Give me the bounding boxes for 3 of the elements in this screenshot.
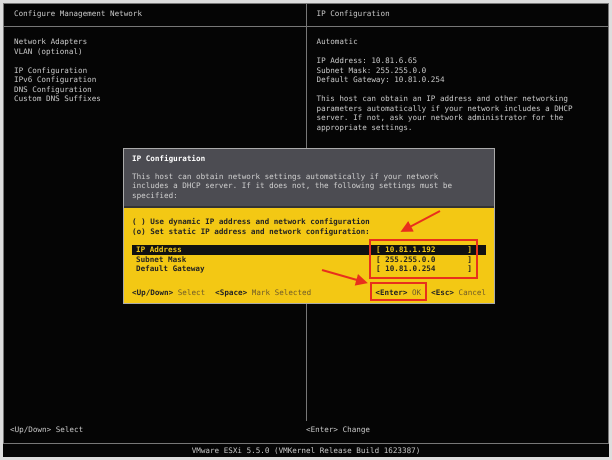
highlight-box	[370, 282, 427, 301]
arrow	[322, 269, 368, 286]
arrow	[400, 210, 440, 232]
